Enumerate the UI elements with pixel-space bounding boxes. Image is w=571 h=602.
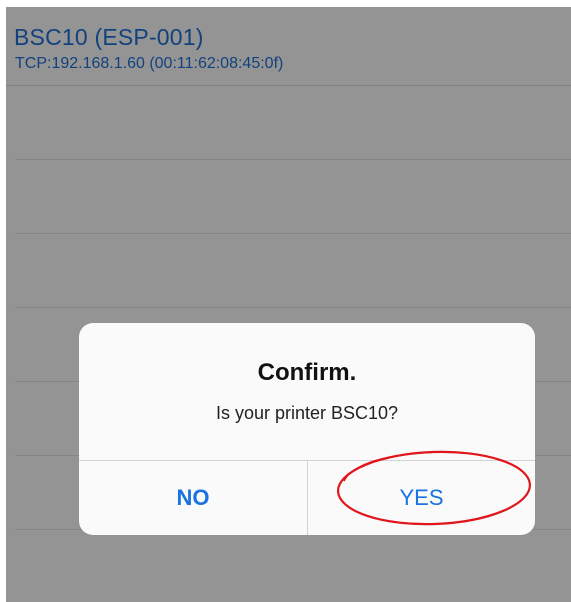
dialog-title: Confirm. [257,359,357,386]
confirm-dialog: Confirm. Is your printer BSC10? NO YES [79,323,535,535]
yes-button[interactable]: YES [308,461,535,535]
no-button[interactable]: NO [79,461,307,535]
screen: BSC10 (ESP-001) TCP:192.168.1.60 (00:11:… [6,7,571,602]
dialog-message: Is your printer BSC10? [215,403,399,423]
